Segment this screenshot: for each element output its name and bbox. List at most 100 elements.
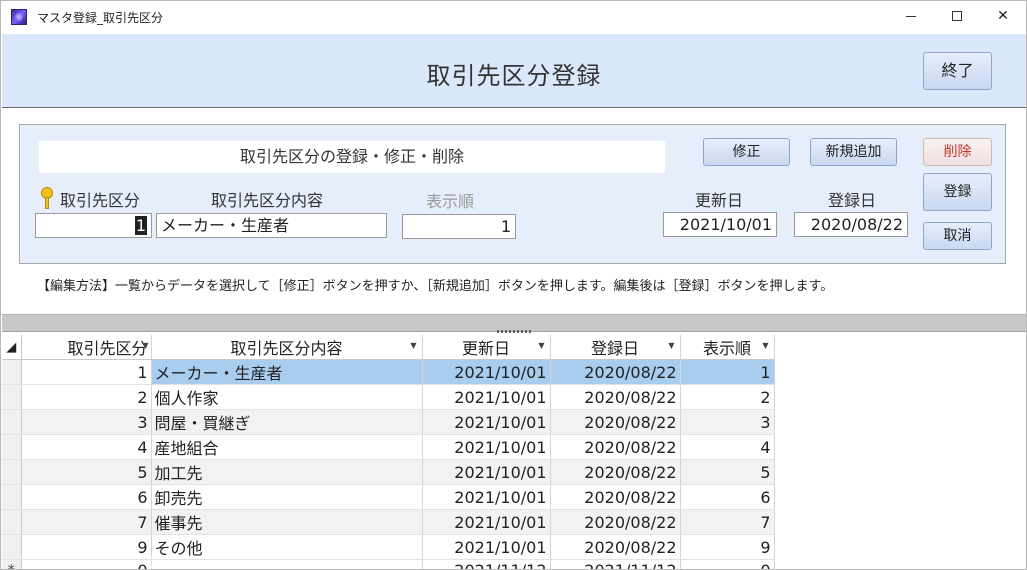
cell-content[interactable]: 催事先 (151, 509, 423, 535)
exit-button[interactable]: 終了 (923, 52, 992, 90)
sort-dropdown-icon[interactable]: ▼ (668, 341, 674, 350)
cell-order[interactable]: 1 (680, 359, 775, 385)
cell-code[interactable]: 4 (21, 434, 152, 460)
datasheet: ◢ 取引先区分 ▼ 取引先区分内容 ▼ 更新日 ▼ 登録日 ▼ 表示順 ▼ 1 メーカー・… (2, 335, 1026, 569)
table-row[interactable]: 4 産地組合 2021/10/01 2020/08/22 4 (2, 434, 775, 460)
edit-button[interactable]: 修正 (703, 138, 790, 166)
cell-order[interactable]: 5 (680, 459, 775, 485)
cell-code[interactable]: 7 (21, 509, 152, 535)
register-button[interactable]: 登録 (923, 173, 992, 211)
row-selector[interactable] (2, 409, 22, 435)
code-label: 取引先区分 (60, 191, 141, 210)
cell-code[interactable]: 1 (21, 359, 152, 385)
cell-updated[interactable]: 2021/10/01 (422, 459, 551, 485)
cell-registered[interactable]: 2020/08/22 (550, 384, 681, 410)
cell-order[interactable]: 9 (680, 534, 775, 560)
registered-field[interactable]: 2020/08/22 (794, 212, 908, 237)
cell-order[interactable]: 6 (680, 484, 775, 510)
cell-content[interactable]: 産地組合 (151, 434, 423, 460)
minimize-icon (906, 15, 916, 17)
select-all-corner[interactable]: ◢ (2, 335, 22, 360)
cell-code[interactable]: 3 (21, 409, 152, 435)
splitter-grip-icon[interactable] (497, 330, 533, 333)
close-icon: ✕ (997, 8, 1009, 24)
cell-registered[interactable]: 2020/08/22 (550, 534, 681, 560)
cell-registered[interactable]: 2020/08/22 (550, 409, 681, 435)
registered-label: 登録日 (828, 191, 877, 210)
cell-updated[interactable]: 2021/10/01 (422, 359, 551, 385)
form-header: 取引先区分登録 終了 (2, 34, 1026, 108)
cell-order[interactable]: 3 (680, 409, 775, 435)
cell-registered[interactable]: 2020/08/22 (550, 434, 681, 460)
panel-caption: 取引先区分の登録・修正・削除 (39, 141, 665, 173)
datasheet-filler (2, 556, 152, 569)
row-selector[interactable] (2, 434, 22, 460)
minimize-button[interactable] (888, 1, 934, 32)
cell-content[interactable]: 卸売先 (151, 484, 423, 510)
column-header-order[interactable]: 表示順 ▼ (680, 335, 775, 360)
cell-updated[interactable]: 2021/10/01 (422, 484, 551, 510)
window-title: マスタ登録_取引先区分 (37, 11, 164, 25)
order-field[interactable]: 1 (402, 214, 516, 239)
cell-updated[interactable]: 2021/11/12 (422, 559, 551, 569)
cell-order[interactable]: 2 (680, 384, 775, 410)
cell-updated[interactable]: 2021/10/01 (422, 384, 551, 410)
cell-registered[interactable]: 2020/08/22 (550, 509, 681, 535)
cell-registered[interactable]: 2020/08/22 (550, 459, 681, 485)
sort-dropdown-icon[interactable]: ▼ (538, 341, 544, 350)
column-header-updated[interactable]: 更新日 ▼ (422, 335, 551, 360)
row-selector[interactable] (2, 484, 22, 510)
cell-registered[interactable]: 2021/11/12 (550, 559, 681, 569)
datasheet-table: ◢ 取引先区分 ▼ 取引先区分内容 ▼ 更新日 ▼ 登録日 ▼ 表示順 ▼ 1 メーカー・… (2, 335, 775, 569)
maximize-button[interactable] (934, 1, 980, 32)
cell-content[interactable]: 加工先 (151, 459, 423, 485)
app-window: マスタ登録_取引先区分 ✕ 取引先区分登録 終了 取引先区分の登録・修正・削除 … (0, 0, 1027, 570)
splitter-bar[interactable] (2, 314, 1026, 333)
delete-button[interactable]: 削除 (923, 138, 992, 166)
updated-label: 更新日 (695, 191, 744, 210)
cell-content[interactable]: 問屋・買継ぎ (151, 409, 423, 435)
column-header-content[interactable]: 取引先区分内容 ▼ (151, 335, 423, 360)
cell-updated[interactable]: 2021/10/01 (422, 534, 551, 560)
column-header-registered[interactable]: 登録日 ▼ (550, 335, 681, 360)
cell-updated[interactable]: 2021/10/01 (422, 434, 551, 460)
table-row[interactable]: 3 問屋・買継ぎ 2021/10/01 2020/08/22 3 (2, 409, 775, 435)
row-selector[interactable] (2, 359, 22, 385)
cell-order[interactable]: 7 (680, 509, 775, 535)
cell-content[interactable]: 個人作家 (151, 384, 423, 410)
table-row[interactable]: 1 メーカー・生産者 2021/10/01 2020/08/22 1 (2, 359, 775, 385)
code-value: 1 (134, 216, 147, 235)
sort-dropdown-icon[interactable]: ▼ (762, 341, 768, 350)
sort-dropdown-icon[interactable]: ▼ (410, 341, 416, 350)
row-selector[interactable] (2, 509, 22, 535)
cell-code[interactable]: 2 (21, 384, 152, 410)
table-row[interactable]: 7 催事先 2021/10/01 2020/08/22 7 (2, 509, 775, 535)
order-label: 表示順 (426, 192, 475, 211)
cell-content[interactable]: その他 (151, 534, 423, 560)
cell-code[interactable]: 5 (21, 459, 152, 485)
table-row[interactable]: 6 卸売先 2021/10/01 2020/08/22 6 (2, 484, 775, 510)
cancel-button[interactable]: 取消 (923, 222, 992, 250)
cell-content[interactable]: メーカー・生産者 (151, 359, 423, 385)
cell-order[interactable]: 0 (680, 559, 775, 569)
cell-updated[interactable]: 2021/10/01 (422, 509, 551, 535)
cell-code[interactable]: 6 (21, 484, 152, 510)
table-row[interactable]: 2 個人作家 2021/10/01 2020/08/22 2 (2, 384, 775, 410)
updated-field[interactable]: 2021/10/01 (663, 212, 777, 237)
content-field[interactable]: メーカー・生産者 (156, 213, 387, 238)
sort-dropdown-icon[interactable]: ▼ (142, 341, 148, 350)
table-row[interactable]: 5 加工先 2021/10/01 2020/08/22 5 (2, 459, 775, 485)
code-field[interactable]: 1 (35, 213, 152, 238)
cell-updated[interactable]: 2021/10/01 (422, 409, 551, 435)
column-header-code[interactable]: 取引先区分 ▼ (21, 335, 152, 360)
cell-order[interactable]: 4 (680, 434, 775, 460)
row-selector[interactable] (2, 384, 22, 410)
add-new-button[interactable]: 新規追加 (810, 138, 897, 166)
close-button[interactable]: ✕ (980, 1, 1026, 32)
row-selector[interactable] (2, 459, 22, 485)
instructions-text: 【編集方法】一覧からデータを選択して［修正］ボタンを押すか、［新規追加］ボタンを… (37, 279, 834, 294)
cell-content[interactable] (151, 559, 423, 569)
title-bar[interactable]: マスタ登録_取引先区分 ✕ (1, 1, 1026, 32)
cell-registered[interactable]: 2020/08/22 (550, 484, 681, 510)
cell-registered[interactable]: 2020/08/22 (550, 359, 681, 385)
